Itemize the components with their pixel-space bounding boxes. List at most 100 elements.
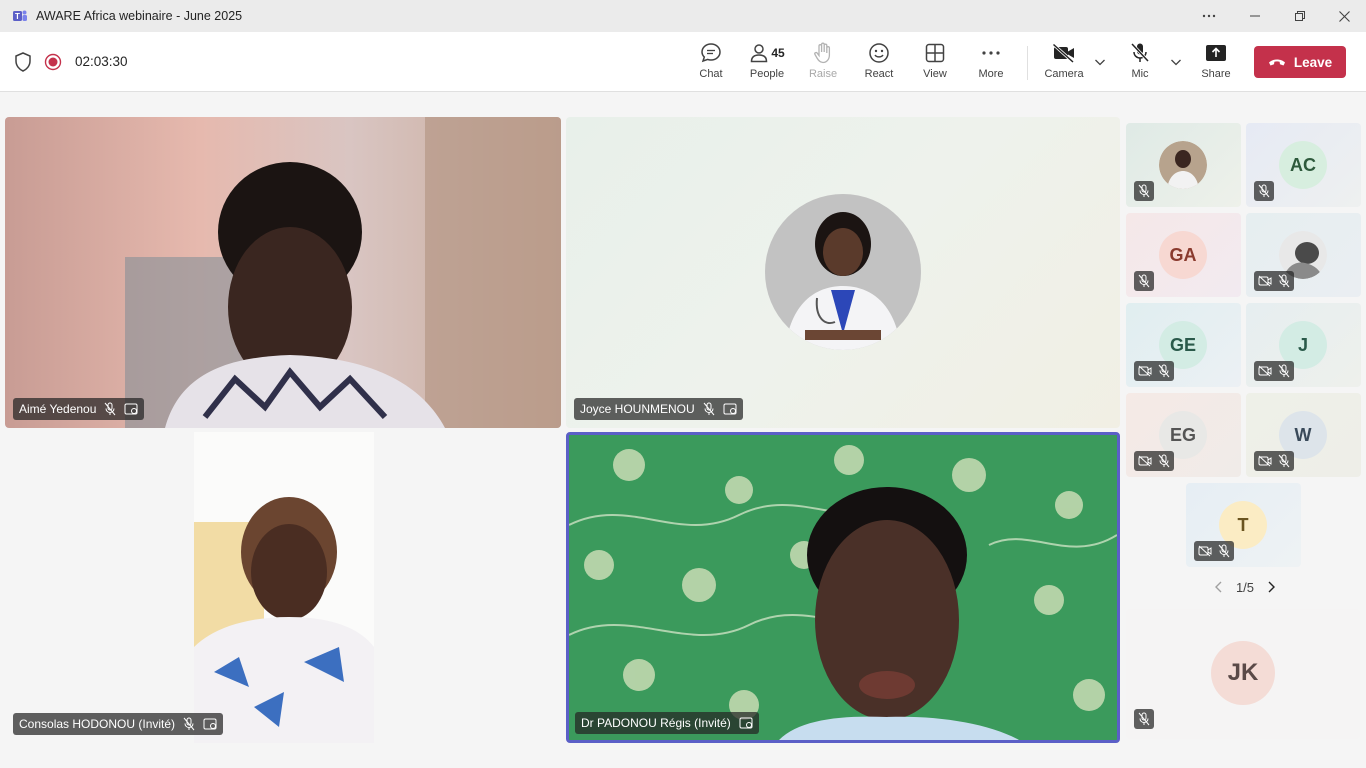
window-title: AWARE Africa webinaire - June 2025 — [36, 9, 243, 23]
gallery-tile[interactable]: AC — [1246, 123, 1361, 207]
participant-name: Aimé Yedenou — [19, 402, 97, 416]
content-view-icon — [723, 403, 737, 415]
chat-button[interactable]: Chat — [683, 40, 739, 86]
recording-icon — [44, 53, 62, 71]
grid-icon — [925, 43, 945, 63]
participant-video-tile[interactable]: Aimé Yedenou — [5, 117, 561, 428]
mic-off-icon — [1218, 544, 1230, 558]
active-speaker-video-tile[interactable]: Dr PADONOU Régis (Invité) — [566, 432, 1120, 743]
maximize-icon — [1295, 11, 1305, 21]
react-button[interactable]: React — [851, 40, 907, 86]
camera-off-icon — [1198, 545, 1212, 557]
content-view-icon — [203, 718, 217, 730]
tile-status-icons — [1194, 541, 1234, 561]
chat-icon — [701, 43, 721, 63]
tile-status-icons — [1254, 271, 1294, 291]
participant-name-tag: Aimé Yedenou — [13, 398, 145, 420]
chevron-right-icon[interactable] — [1266, 581, 1276, 593]
minimize-button[interactable] — [1232, 0, 1278, 32]
close-icon — [1338, 10, 1350, 22]
camera-off-icon — [1258, 275, 1272, 287]
gallery-tile[interactable] — [1126, 123, 1241, 207]
maximize-button[interactable] — [1277, 0, 1323, 32]
gallery-tile[interactable]: J — [1246, 303, 1361, 387]
tile-status-icons — [1254, 451, 1294, 471]
mic-off-icon — [1130, 42, 1150, 63]
mic-button[interactable]: Mic — [1112, 40, 1168, 86]
camera-off-icon — [1052, 43, 1075, 63]
participant-video — [569, 435, 1117, 740]
mic-off-icon — [1278, 454, 1290, 468]
participant-name-tag: Consolas HODONOU (Invité) — [13, 713, 224, 735]
camera-off-icon — [1258, 365, 1272, 377]
camera-off-icon — [1138, 455, 1152, 467]
gallery-tile[interactable]: W — [1246, 393, 1361, 477]
participant-initials: GA — [1159, 231, 1207, 279]
participant-name-tag: Joyce HOUNMENOU — [574, 398, 743, 420]
more-label: More — [978, 68, 1004, 80]
mic-off-icon — [1158, 364, 1170, 378]
mic-label: Mic — [1131, 68, 1149, 80]
view-label: View — [923, 68, 947, 80]
participant-video — [194, 432, 374, 743]
shield-icon[interactable] — [14, 52, 32, 72]
minimize-icon — [1250, 15, 1260, 17]
mic-off-icon — [1278, 274, 1290, 288]
more-actions-button[interactable]: More — [963, 40, 1019, 86]
svg-text:T: T — [15, 12, 20, 21]
gallery-tile[interactable]: EG — [1126, 393, 1241, 477]
content-view-icon — [124, 403, 138, 415]
participant-name: Dr PADONOU Régis (Invité) — [581, 716, 731, 730]
tile-status-icons — [1134, 709, 1154, 729]
camera-button[interactable]: Camera — [1036, 40, 1092, 86]
leave-button[interactable]: Leave — [1254, 46, 1346, 78]
chevron-down-icon[interactable] — [1170, 56, 1182, 68]
more-icon — [982, 51, 1000, 55]
meeting-toolbar: 02:03:30 Chat 45 People Raise React View… — [0, 32, 1366, 92]
tile-status-icons — [1134, 451, 1174, 471]
share-button[interactable]: Share — [1188, 40, 1244, 86]
people-count: 45 — [771, 46, 785, 60]
gallery-tile[interactable]: GE — [1126, 303, 1241, 387]
gallery-tile[interactable] — [1246, 213, 1361, 297]
tile-status-icons — [1254, 181, 1274, 201]
tile-status-icons — [1134, 271, 1154, 291]
chat-label: Chat — [699, 68, 723, 80]
participant-name: Consolas HODONOU (Invité) — [19, 717, 176, 731]
participant-video-tile[interactable]: Joyce HOUNMENOU — [566, 117, 1120, 428]
teams-icon: T — [13, 10, 27, 21]
tile-status-icons — [1254, 361, 1294, 381]
mic-off-icon — [1138, 184, 1150, 198]
participant-video-tile[interactable]: Consolas HODONOU (Invité) — [5, 432, 561, 743]
mic-off-icon — [703, 402, 715, 416]
participant-initials: AC — [1279, 141, 1327, 189]
mic-off-icon — [105, 402, 116, 416]
chevron-left-icon[interactable] — [1214, 581, 1224, 593]
mic-off-icon — [1138, 274, 1150, 288]
people-button[interactable]: 45 People — [739, 40, 795, 86]
phone-hangup-icon — [1268, 59, 1285, 66]
hand-icon — [814, 42, 831, 64]
gallery-tile[interactable]: GA — [1126, 213, 1241, 297]
participant-name: Joyce HOUNMENOU — [580, 402, 695, 416]
participant-avatar — [1159, 141, 1207, 189]
mic-off-icon — [1158, 454, 1170, 468]
view-button[interactable]: View — [907, 40, 963, 86]
toolbar-divider — [1027, 46, 1028, 80]
smiley-icon — [869, 43, 889, 63]
raise-hand-button[interactable]: Raise — [795, 40, 851, 86]
title-bar: T AWARE Africa webinaire - June 2025 — [0, 0, 1366, 32]
tile-status-icons — [1134, 181, 1154, 201]
react-label: React — [864, 68, 894, 80]
gallery-pager: 1/5 — [1205, 578, 1285, 596]
more-options-button[interactable] — [1186, 0, 1232, 32]
raise-label: Raise — [808, 68, 838, 80]
chevron-down-icon[interactable] — [1094, 56, 1106, 68]
share-icon — [1206, 45, 1226, 61]
participant-video — [125, 117, 561, 428]
participant-initials: JK — [1211, 641, 1275, 705]
close-window-button[interactable] — [1321, 0, 1366, 32]
participant-name-tag: Dr PADONOU Régis (Invité) — [575, 712, 759, 734]
gallery-tile[interactable]: T — [1186, 483, 1301, 567]
camera-label: Camera — [1044, 68, 1084, 80]
